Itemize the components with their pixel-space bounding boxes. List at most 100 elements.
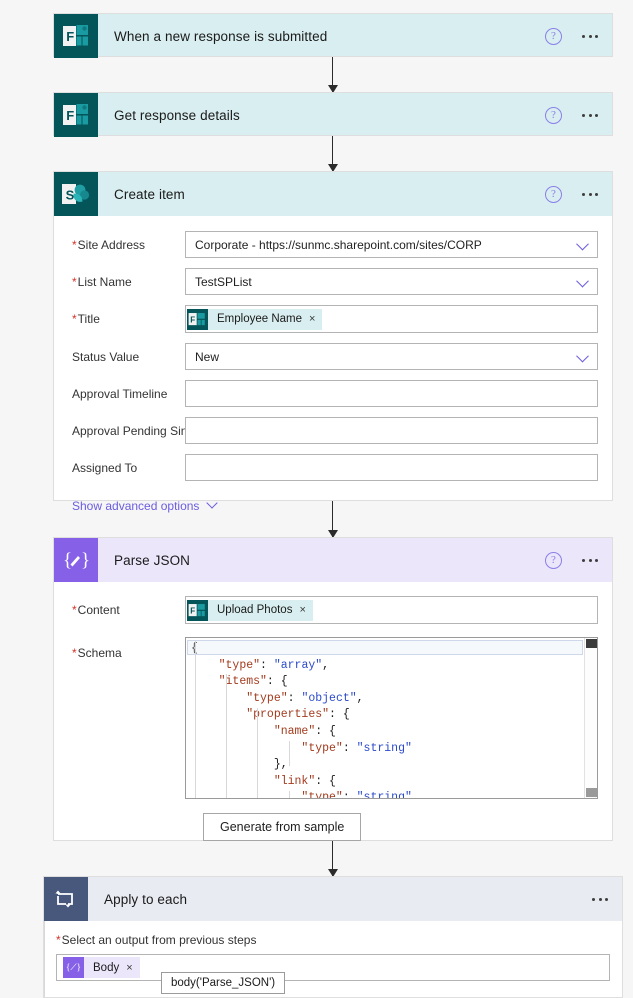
loop-header[interactable]: Apply to each	[44, 877, 622, 921]
svg-text:F: F	[190, 606, 195, 615]
indent-guide	[195, 641, 196, 798]
svg-text:S: S	[66, 188, 75, 203]
step-header-actions	[588, 877, 612, 921]
form-row-status-value: Status Value New	[54, 343, 612, 370]
token-label: Upload Photos	[217, 604, 293, 616]
step-header-actions: ?	[545, 14, 602, 58]
flow-step-trigger[interactable]: F When a new response is submitted ?	[53, 13, 613, 58]
content-input[interactable]: F Upload Photos ×	[185, 596, 598, 624]
svg-text:F: F	[190, 315, 195, 324]
field-label: Approval Timeline	[72, 386, 168, 401]
create-item-form: *Site Address Corporate - https://sunmc.…	[54, 216, 612, 515]
title-input[interactable]: F Employee Name ×	[185, 305, 598, 333]
scrollbar-thumb-bottom[interactable]	[586, 788, 597, 797]
token-label: Employee Name	[217, 313, 303, 325]
form-row-content: *Content F Upload Photos ×	[54, 596, 612, 624]
connector-arrow-1	[327, 57, 338, 93]
parse-json-icon: {⟋}	[63, 957, 84, 978]
chevron-down-icon	[206, 497, 219, 509]
more-commands-icon[interactable]	[578, 187, 602, 202]
flow-step-create-item: S Create item ? *Site Address Corporate …	[53, 171, 613, 513]
flow-step-get-response-details[interactable]: F Get response details ?	[53, 92, 613, 137]
chevron-down-icon	[576, 237, 589, 250]
indent-guide	[226, 674, 227, 798]
approval-timeline-input[interactable]	[185, 380, 598, 407]
form-row-title: *Title F Employee Name ×	[54, 305, 612, 333]
field-label: *Content	[72, 603, 120, 617]
step-title: Create item	[114, 186, 185, 202]
remove-token-icon[interactable]: ×	[299, 604, 305, 616]
dynamic-content-token[interactable]: F Upload Photos ×	[187, 599, 313, 621]
microsoft-forms-icon: F	[187, 599, 208, 621]
select-output-label: *Select an output from previous steps	[56, 933, 257, 947]
remove-token-icon[interactable]: ×	[309, 313, 315, 325]
microsoft-forms-icon: F	[187, 308, 208, 330]
parse-json-form: *Content F Upload Photos × *Schema "type…	[54, 582, 612, 841]
flow-step-apply-to-each: Apply to each *Select an output from pre…	[43, 876, 623, 998]
field-label: *Title	[72, 312, 100, 326]
generate-from-sample-button[interactable]: Generate from sample	[203, 813, 362, 841]
indent-guide	[289, 741, 290, 766]
loop-icon	[44, 877, 88, 921]
site-address-value: Corporate - https://sunmc.sharepoint.com…	[195, 237, 482, 252]
indent-guide	[257, 708, 258, 798]
help-icon[interactable]: ?	[545, 106, 562, 124]
connector-arrow-4	[327, 841, 338, 877]
more-commands-icon[interactable]	[578, 108, 602, 123]
flow-designer-canvas: F When a new response is submitted ? F G…	[0, 0, 633, 998]
token-label: Body	[93, 961, 120, 974]
help-icon[interactable]: ?	[545, 27, 562, 45]
more-commands-icon[interactable]	[578, 29, 602, 44]
step-title: Apply to each	[104, 891, 188, 907]
show-advanced-options-label: Show advanced options	[72, 499, 200, 513]
schema-code-text: { "type": "array", "items": { "type": "o…	[191, 642, 412, 799]
sharepoint-icon: S	[54, 172, 98, 216]
flow-step-parse-json: { } Parse JSON ? *Content	[53, 537, 613, 841]
field-label: Assigned To	[72, 460, 138, 475]
approval-pending-since-input[interactable]	[185, 417, 598, 444]
microsoft-forms-icon: F	[54, 14, 98, 58]
remove-token-icon[interactable]: ×	[126, 962, 132, 974]
schema-scrollbar[interactable]	[584, 638, 597, 798]
step-title: When a new response is submitted	[114, 28, 328, 44]
svg-text:F: F	[66, 29, 74, 44]
assigned-to-input[interactable]	[185, 454, 598, 481]
step-header-actions: ?	[545, 93, 602, 137]
indent-guide	[289, 791, 290, 798]
connector-arrow-3	[327, 501, 338, 538]
field-label: *List Name	[72, 274, 132, 289]
more-commands-icon[interactable]	[588, 892, 612, 907]
schema-editor[interactable]: { "type": "array", "items": { "type": "o…	[185, 637, 598, 799]
dynamic-content-token[interactable]: {⟋} Body ×	[63, 957, 140, 978]
svg-text:{: {	[63, 550, 72, 571]
chevron-down-icon	[576, 274, 589, 287]
help-icon[interactable]: ?	[545, 551, 562, 569]
site-address-dropdown[interactable]: Corporate - https://sunmc.sharepoint.com…	[185, 231, 598, 258]
step-title: Get response details	[114, 107, 240, 123]
loop-left-rail	[44, 921, 45, 997]
field-label: *Schema	[72, 646, 122, 660]
microsoft-forms-icon: F	[54, 93, 98, 137]
token-tooltip: body('Parse_JSON')	[161, 972, 286, 994]
form-row-approval-pending-since: Approval Pending Since	[54, 417, 612, 444]
list-name-dropdown[interactable]: TestSPList	[185, 268, 598, 295]
field-label: Approval Pending Since	[72, 423, 201, 438]
step-header-actions: ?	[545, 172, 602, 216]
svg-text:}: }	[81, 550, 89, 571]
status-value-dropdown[interactable]: New	[185, 343, 598, 370]
select-output-input[interactable]: {⟋} Body ×	[56, 954, 610, 981]
apply-to-each-body: *Select an output from previous steps {⟋…	[44, 921, 622, 994]
form-row-schema: *Schema { "type": "array", "items": { "t…	[54, 637, 612, 799]
field-label: *Site Address	[72, 237, 146, 252]
help-icon[interactable]: ?	[545, 185, 562, 203]
step-header-actions: ?	[545, 538, 602, 582]
editor-active-line	[187, 640, 583, 655]
field-label: Status Value	[72, 349, 140, 364]
parse-json-icon: { }	[54, 538, 98, 582]
scrollbar-thumb[interactable]	[586, 639, 597, 648]
form-row-approval-timeline: Approval Timeline	[54, 380, 612, 407]
more-commands-icon[interactable]	[578, 553, 602, 568]
show-advanced-options-link[interactable]: Show advanced options	[54, 497, 219, 513]
form-row-list-name: *List Name TestSPList	[54, 268, 612, 295]
dynamic-content-token[interactable]: F Employee Name ×	[187, 308, 323, 330]
